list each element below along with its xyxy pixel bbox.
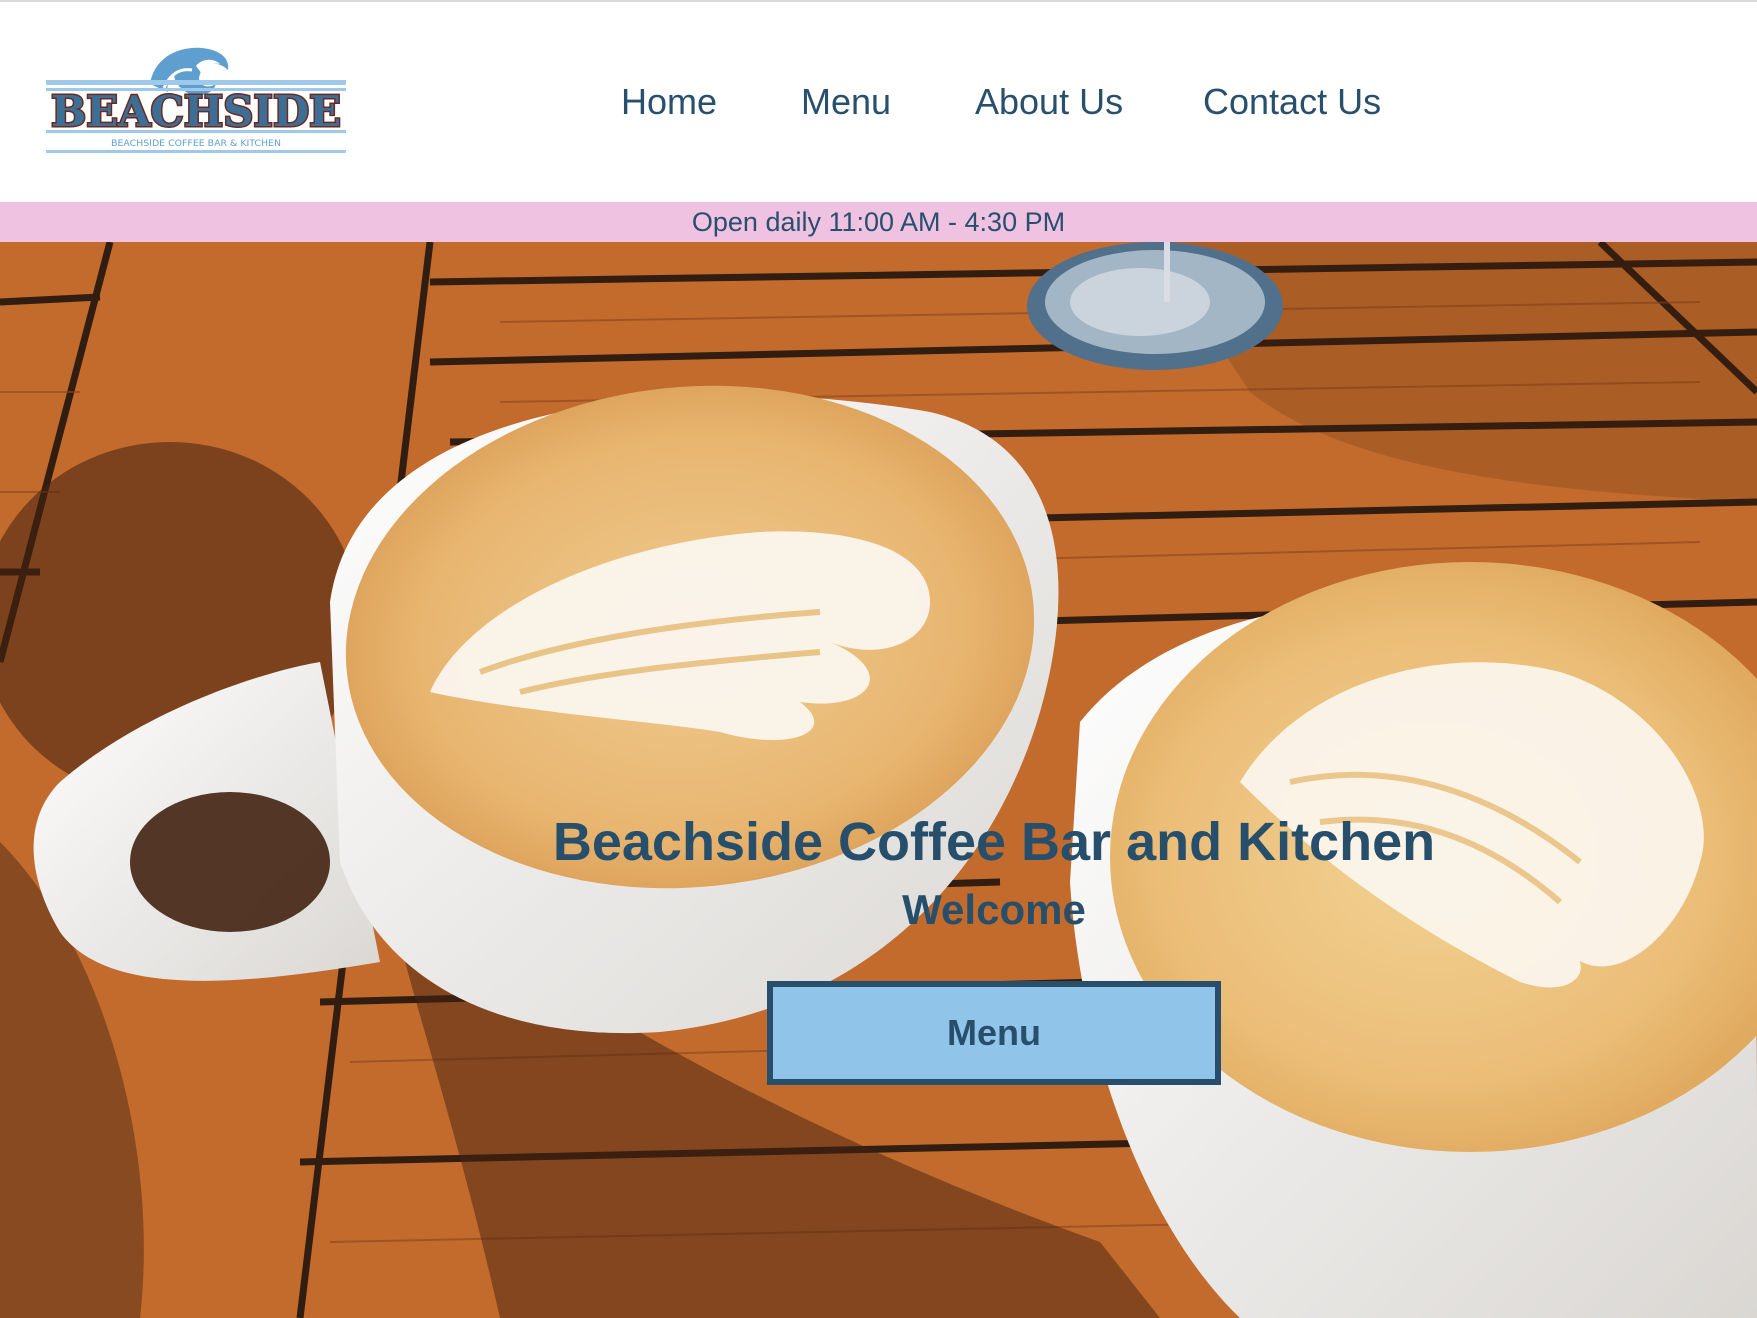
site-header: BEACHSIDE BEACHSIDE COFFEE BAR & KITCHEN… [0, 2, 1757, 202]
main-nav: Home Menu About Us Contact Us [0, 77, 1757, 127]
nav-item-contact-us[interactable]: Contact Us [1203, 77, 1381, 127]
nav-item-home[interactable]: Home [621, 77, 717, 127]
hero-section: Beachside Coffee Bar and Kitchen Welcome… [0, 242, 1757, 1318]
nav-item-menu[interactable]: Menu [801, 77, 891, 127]
nav-item-about-us[interactable]: About Us [975, 77, 1123, 127]
hero-coffee-photo [0, 242, 1757, 1318]
hero-title: Beachside Coffee Bar and Kitchen [552, 812, 1436, 872]
hours-banner: Open daily 11:00 AM - 4:30 PM [0, 202, 1757, 242]
hero-subtitle: Welcome [902, 886, 1086, 933]
logo-tagline: BEACHSIDE COFFEE BAR & KITCHEN [111, 139, 281, 149]
hero-menu-button[interactable]: Menu [767, 981, 1221, 1085]
